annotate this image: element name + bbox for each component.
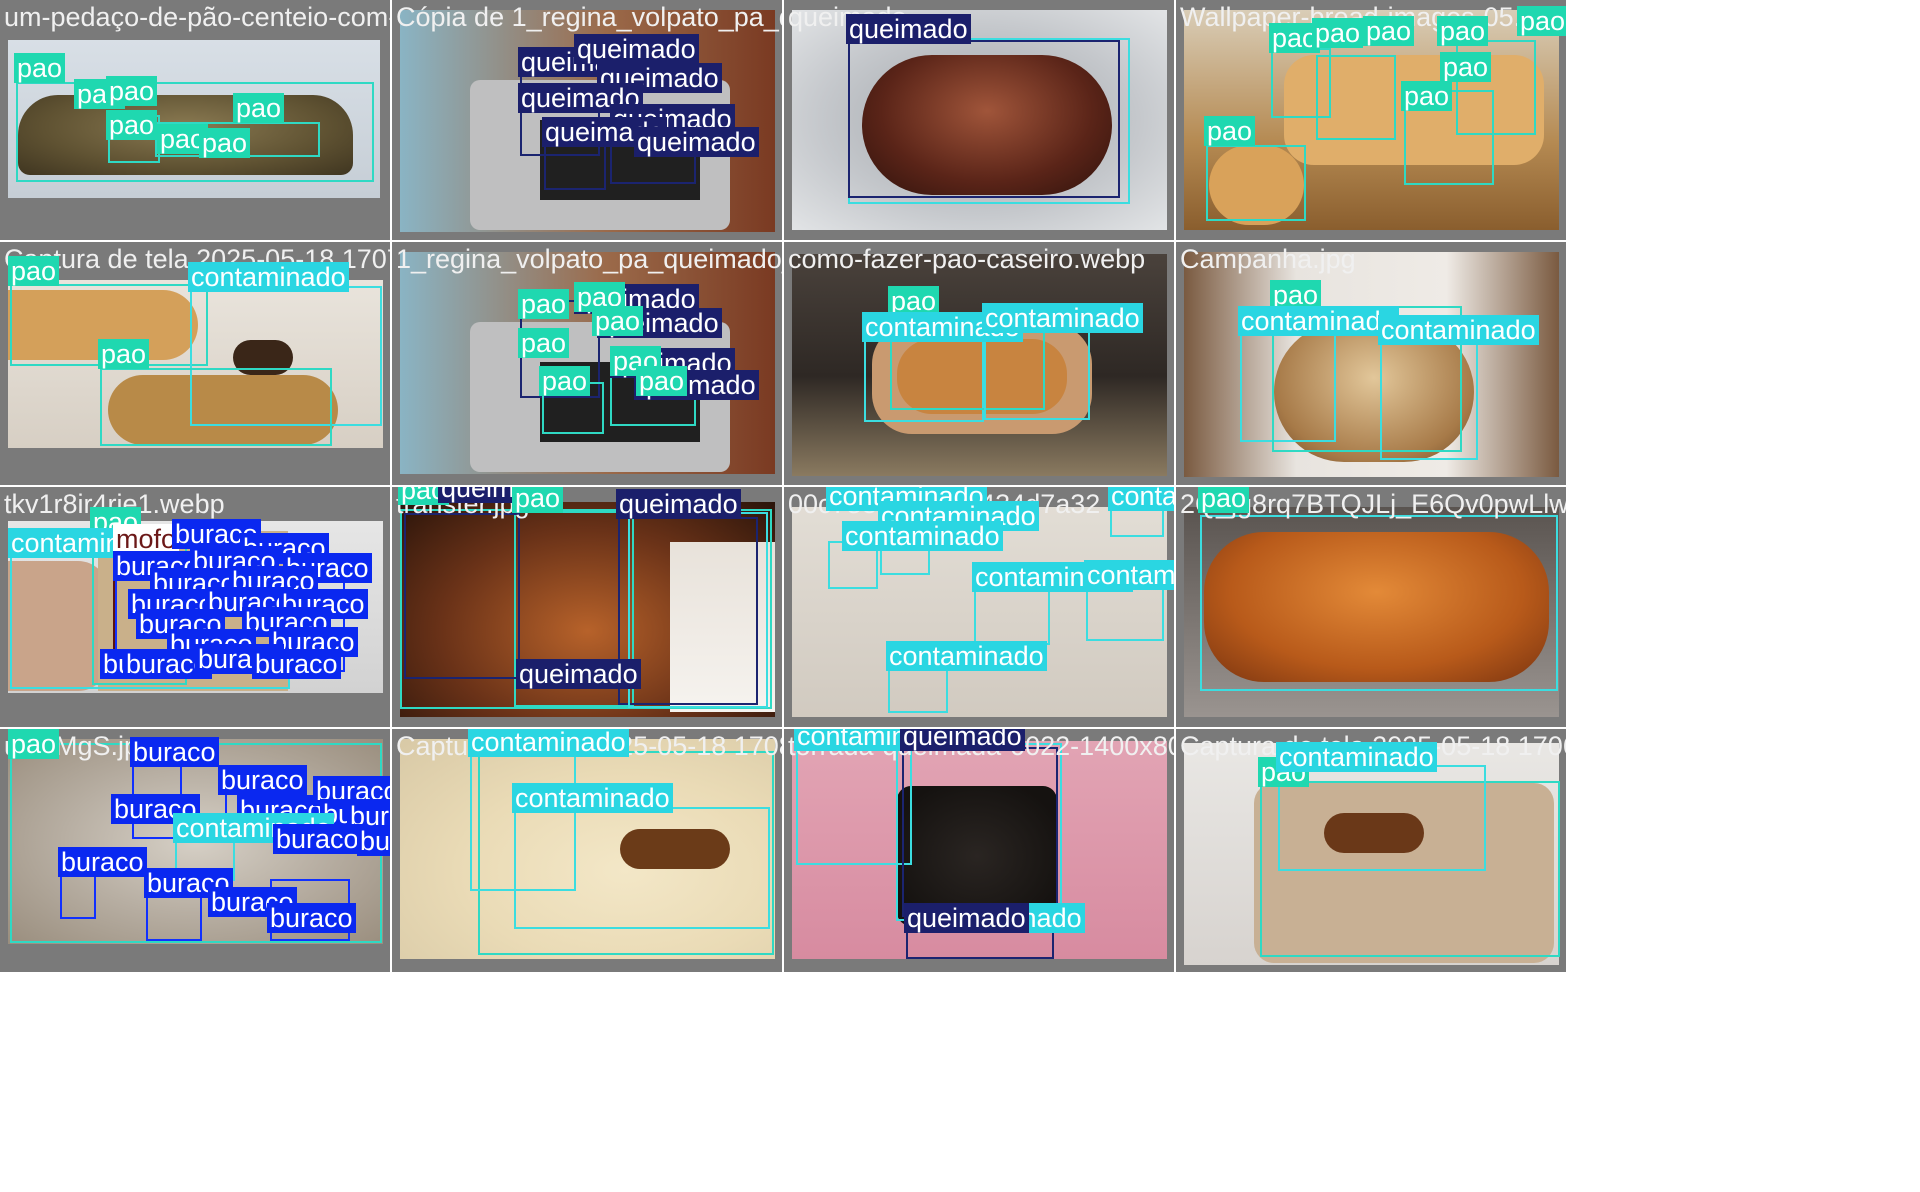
detection-label: queimado (904, 903, 1029, 933)
detection-label: pao (8, 729, 60, 759)
detection-label: pao (1198, 487, 1250, 513)
tile-15[interactable]: torrada-queimada-0022-1400x800.jpg conta… (784, 729, 1174, 972)
detection-label: pao (1517, 6, 1566, 36)
detection-mosaic: um-pedaço-de-pão-centeio-com-bolor.jpg p… (0, 0, 1920, 1192)
tile-11[interactable]: 00c78ef0f02c6d434d7a32 contaminado conta… (784, 487, 1174, 727)
tile-6[interactable]: 1_regina_volpato_pa_queimado_b4d7225319 … (392, 242, 782, 485)
detection-label: contaminado (512, 783, 673, 813)
detection-label: queimado (846, 14, 971, 44)
detection-label: buraco (58, 847, 147, 877)
detection-box (896, 743, 1062, 921)
detection-label: contaminado (886, 641, 1047, 671)
detection-label: pao (592, 306, 644, 336)
detection-label: contaminado (468, 729, 629, 757)
detection-label: contaminado (1276, 742, 1437, 772)
detection-label: queimado (616, 489, 741, 519)
tile-5[interactable]: Captura de tela 2025-05-18 170713.png pa… (0, 242, 390, 485)
tile-title: Campanha.jpg (1180, 244, 1356, 274)
detection-label: pao (1363, 16, 1415, 46)
detection-label: pao (14, 53, 66, 83)
tile-title: um-pedaço-de-pão-centeio-com-bolor.jpg (4, 2, 390, 32)
tile-1[interactable]: um-pedaço-de-pão-centeio-com-bolor.jpg p… (0, 0, 390, 240)
detection-label: pao (512, 487, 564, 513)
detection-label: buraco (273, 824, 362, 854)
tile-10[interactable]: transfer.jpg pao queimado pao queimado q… (392, 487, 782, 727)
detection-label: buraco (267, 903, 356, 933)
tile-title: 1_regina_volpato_pa_queimado_b4d7225319 (396, 244, 782, 274)
detection-label: buraco (252, 649, 341, 679)
detection-label: pao (1312, 18, 1364, 48)
detection-label: pao (1401, 81, 1453, 111)
detection-label: queimado (900, 729, 1025, 751)
detection-label: buraco (218, 765, 307, 795)
tile-13[interactable]: uTRMgS.jpg pao buraco buraco buraco bura… (0, 729, 390, 972)
tile-3[interactable]: queimado queimado (784, 0, 1174, 240)
detection-label: contaminado (1378, 315, 1539, 345)
detection-label: queimado (574, 34, 699, 64)
tile-14[interactable]: Captura de tela 2025-05-18 170824.png co… (392, 729, 782, 972)
detection-box (404, 513, 520, 679)
detection-label: pao (106, 110, 158, 140)
detection-label: pao (1204, 116, 1256, 146)
detection-label: buraco (357, 826, 390, 856)
tile-9[interactable]: tkv1r8ir4rie1.webp pao contaminado mofo … (0, 487, 390, 727)
detection-label: pao (199, 128, 251, 158)
detection-label: pao (8, 256, 60, 286)
detection-label: pao (106, 76, 158, 106)
tile-title: Cópia de 1_regina_volpato_pa_queimado_b (396, 2, 782, 32)
tile-12[interactable]: 2Q_jg8rq7BTQJLj_E6Qv0pwLlwgh pao (1176, 487, 1566, 727)
detection-label: contaminado (188, 262, 349, 292)
tile-4[interactable]: Wallpaper-bread-images-05.jpg pao pao pa… (1176, 0, 1566, 240)
detection-label: pao (233, 93, 285, 123)
detection-box (100, 368, 332, 446)
detection-box (848, 40, 1120, 198)
detection-label: pao (539, 366, 591, 396)
detection-label: mofo (113, 524, 180, 554)
detection-label: contaminado (982, 303, 1143, 333)
detection-label: contaminado (1238, 306, 1399, 336)
detection-label: queimado (634, 127, 759, 157)
tile-16[interactable]: Captura de tela 2025-05-18 170630.png pa… (1176, 729, 1566, 972)
detection-label: pao (98, 339, 150, 369)
detection-label: contaminado (1084, 560, 1174, 590)
detection-label: pao (1440, 52, 1492, 82)
detection-label: queimado (516, 659, 641, 689)
tile-7[interactable]: como-fazer-pao-caseiro.webp pao contamin… (784, 242, 1174, 485)
detection-box (628, 512, 768, 708)
detection-box (544, 140, 606, 190)
detection-box (1206, 145, 1306, 221)
detection-box (1200, 515, 1558, 691)
detection-box (796, 747, 912, 865)
detection-box (1278, 765, 1486, 871)
detection-box (974, 583, 1050, 645)
detection-label: contaminado (842, 521, 1003, 551)
detection-label: contaminado (1108, 487, 1174, 511)
detection-box (514, 807, 770, 929)
tile-8[interactable]: Campanha.jpg pao contaminado contaminado (1176, 242, 1566, 485)
detection-box (1316, 55, 1396, 140)
tile-2[interactable]: Cópia de 1_regina_volpato_pa_queimado_b … (392, 0, 782, 240)
detection-label: pao (518, 328, 570, 358)
detection-label: buraco (130, 737, 219, 767)
detection-label: pao (636, 366, 688, 396)
tile-title: como-fazer-pao-caseiro.webp (788, 244, 1146, 274)
detection-label: pao (518, 289, 570, 319)
detection-box (1380, 336, 1478, 460)
detection-label: pao (1437, 16, 1489, 46)
